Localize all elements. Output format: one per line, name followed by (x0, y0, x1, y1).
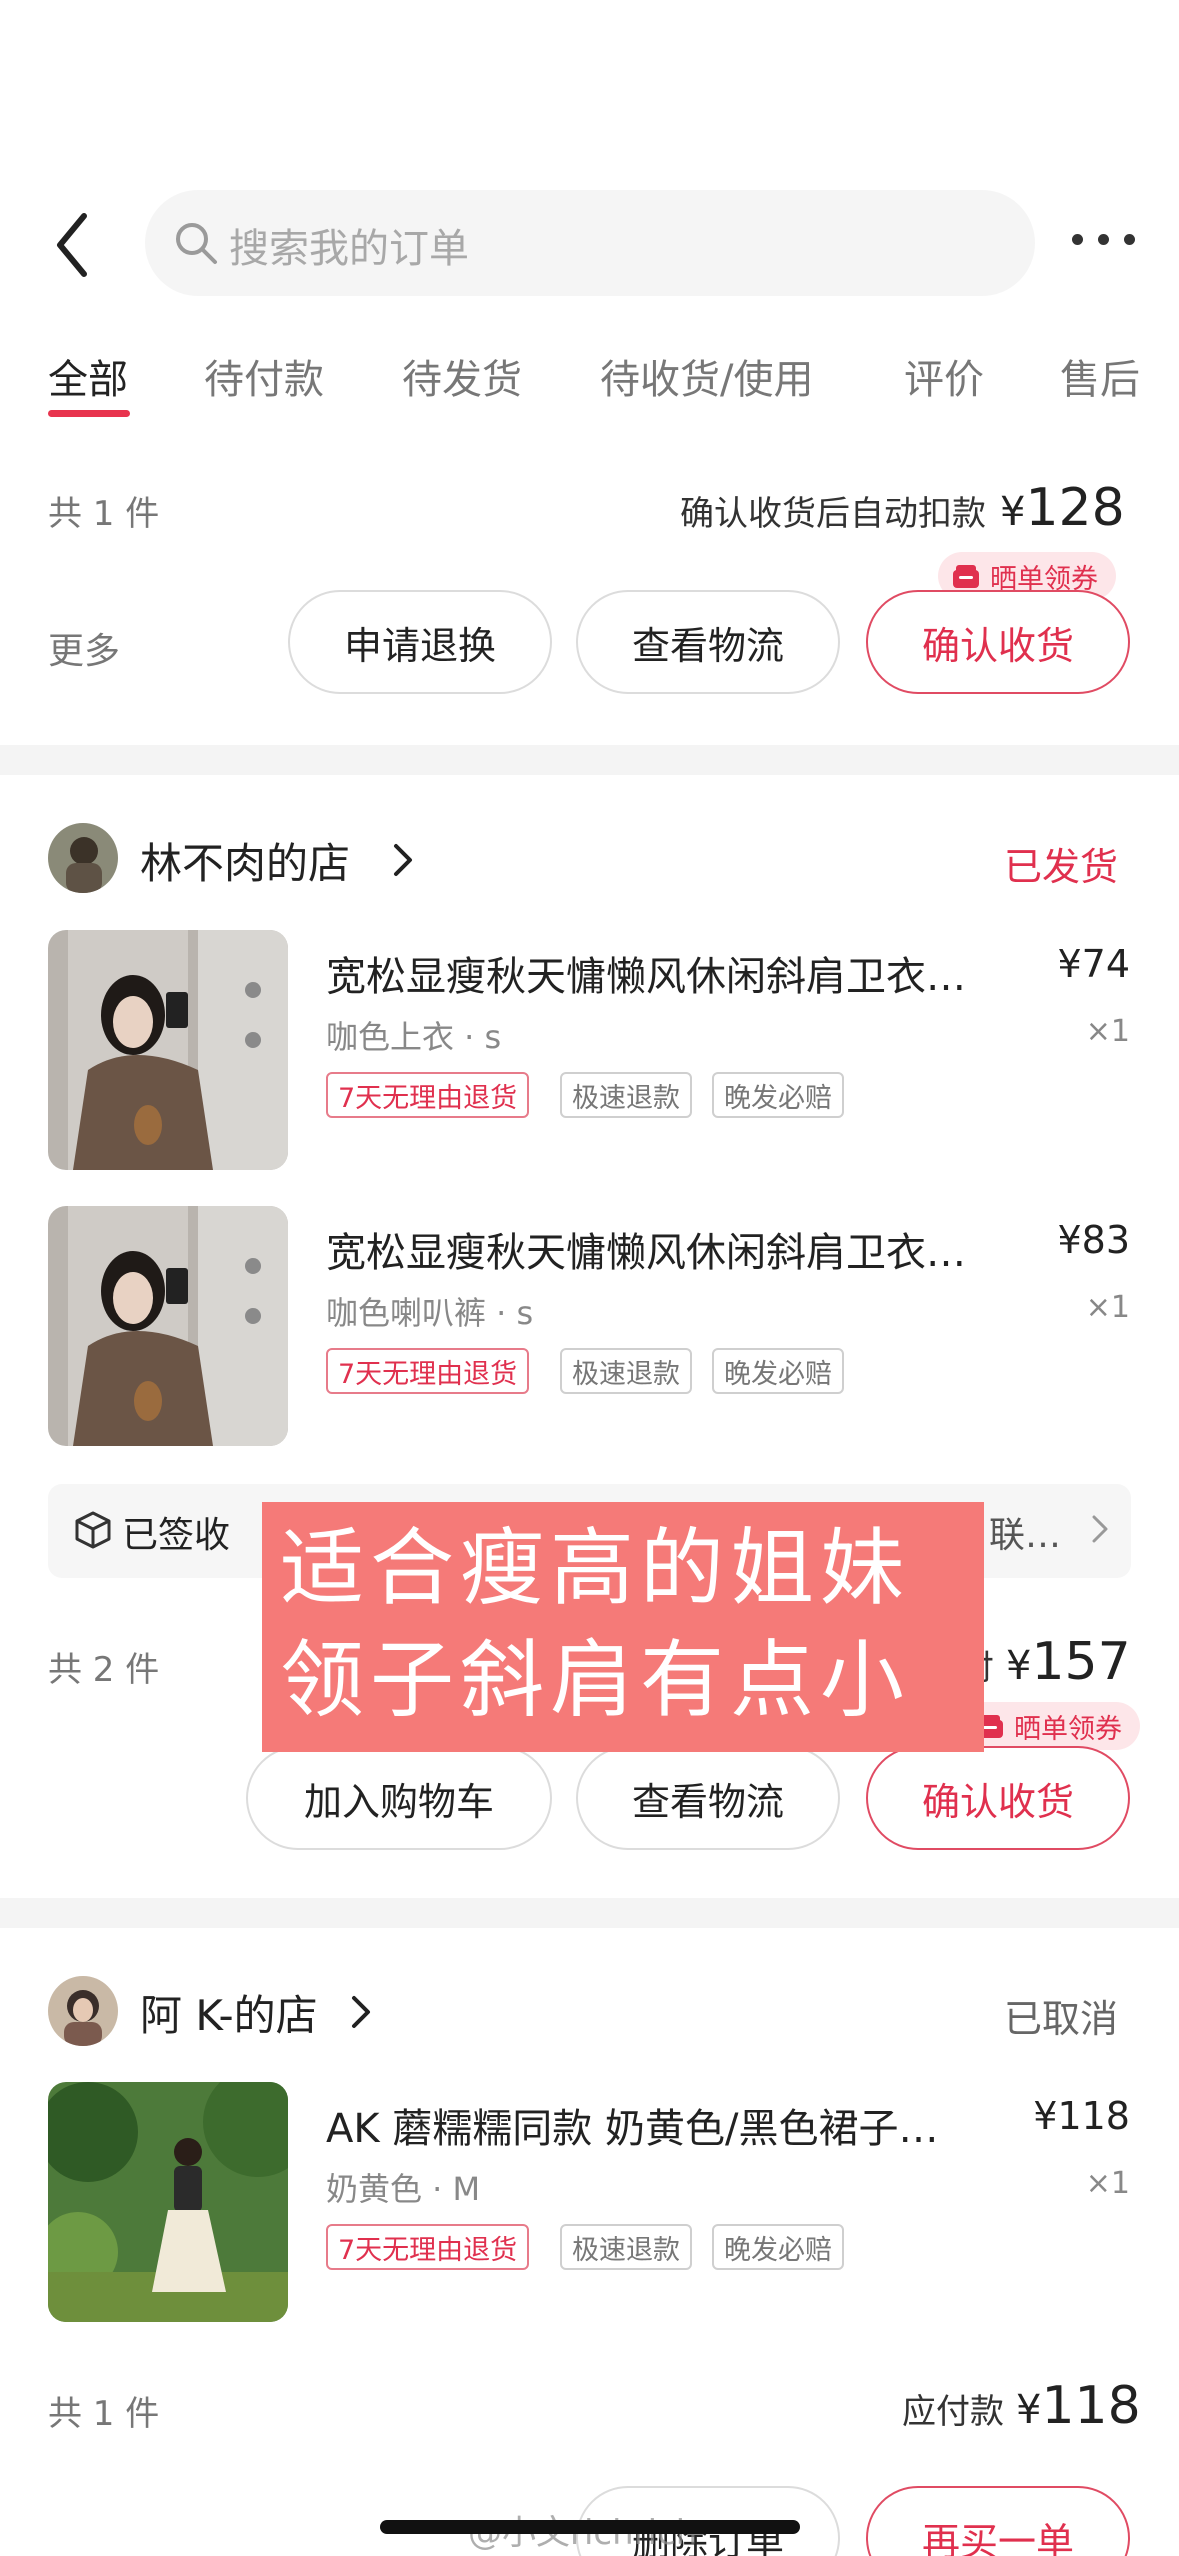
product-price: ¥83 (1057, 1218, 1130, 1262)
tag-7day-return: 7天无理由退货 (326, 1348, 530, 1394)
overlay-line-2: 领子斜肩有点小 (280, 1631, 911, 1729)
search-placeholder: 搜索我的订单 (229, 226, 469, 272)
logistics-status: 已签收 (122, 1515, 231, 1556)
package-icon (75, 1511, 111, 1549)
view-logistics-button[interactable]: 查看物流 (576, 590, 840, 694)
product-title[interactable]: 宽松显瘦秋天慵懒风休闲斜肩卫衣… (326, 1220, 1006, 1278)
product-title[interactable]: 宽松显瘦秋天慵懒风休闲斜肩卫衣… (326, 944, 1006, 1002)
total-amount: 128 (1025, 478, 1125, 538)
order-status: 已取消 (1004, 1997, 1119, 2041)
tab-pending-receipt[interactable]: 待收货/使用 (600, 347, 813, 405)
order-separator (0, 745, 1179, 775)
order-item-count: 共 1 件 (48, 494, 160, 534)
more-menu-icon[interactable] (1072, 232, 1136, 248)
product-sku: 奶黄色 · M (326, 2170, 481, 2208)
tag-late-shipping-compensation: 晚发必赔 (712, 2224, 844, 2270)
confirm-receipt-button[interactable]: 确认收货 (866, 1746, 1130, 1850)
product-title[interactable]: AK 蘑糯糯同款 奶黄色/黑色裙子… (326, 2096, 986, 2154)
tag-fast-refund: 极速退款 (560, 1348, 692, 1394)
product-thumbnail[interactable] (48, 2082, 288, 2322)
order-total: 应付款 ¥ 118 (902, 2376, 1141, 2436)
product-quantity: ×1 (1085, 2166, 1130, 2201)
product-thumbnail[interactable] (48, 930, 288, 1170)
shop-avatar[interactable] (48, 823, 118, 893)
shop-name[interactable]: 林不肉的店 (140, 830, 350, 891)
order-item-count: 共 2 件 (48, 1650, 160, 1690)
total-label: 应付款 (902, 2392, 1004, 2432)
logistics-detail: 联… (988, 1515, 1061, 1556)
confirm-receipt-button[interactable]: 确认收货 (866, 590, 1130, 694)
shop-name[interactable]: 阿 K-的店 (140, 1982, 318, 2043)
order-separator (0, 1898, 1179, 1928)
chevron-right-icon (1092, 1515, 1108, 1543)
tab-pending-payment[interactable]: 待付款 (204, 347, 324, 405)
review-coupon-badge[interactable]: 晒单领券 (962, 1702, 1140, 1750)
product-price: ¥118 (1033, 2094, 1130, 2138)
product-quantity: ×1 (1085, 1290, 1130, 1325)
tab-all[interactable]: 全部 (48, 347, 128, 405)
gift-icon (953, 565, 979, 588)
order-total: 确认收货后自动扣款 ¥ 128 (680, 478, 1125, 538)
tab-after-sales[interactable]: 售后 (1060, 347, 1140, 405)
home-indicator[interactable] (380, 2520, 800, 2534)
text-sticker-overlay: 适合瘦高的姐妹 领子斜肩有点小 (262, 1502, 984, 1752)
search-bar[interactable]: 搜索我的订单 (145, 190, 1035, 296)
total-amount: 118 (1041, 2376, 1141, 2436)
search-icon (176, 223, 217, 264)
add-to-cart-button[interactable]: 加入购物车 (246, 1746, 552, 1850)
product-thumbnail[interactable] (48, 1206, 288, 1446)
back-arrow-icon[interactable] (52, 210, 92, 280)
order-item-count: 共 1 件 (48, 2394, 160, 2434)
product-sku: 咖色喇叭裤 · s (326, 1294, 534, 1332)
currency-symbol: ¥ (1016, 2387, 1042, 2433)
total-label: 确认收货后自动扣款 (680, 494, 986, 534)
tag-7day-return: 7天无理由退货 (326, 2224, 530, 2270)
buy-again-button[interactable]: 再买一单 (866, 2486, 1130, 2556)
currency-symbol: ¥ (1000, 489, 1026, 535)
order-status: 已发货 (1004, 845, 1119, 889)
more-options-link[interactable]: 更多 (48, 622, 120, 674)
product-quantity: ×1 (1085, 1014, 1130, 1049)
tag-7day-return: 7天无理由退货 (326, 1072, 530, 1118)
tab-pending-shipment[interactable]: 待发货 (402, 347, 522, 405)
tag-late-shipping-compensation: 晚发必赔 (712, 1348, 844, 1394)
apply-return-button[interactable]: 申请退换 (288, 590, 552, 694)
currency-symbol: ¥ (1006, 1643, 1032, 1689)
active-tab-indicator (48, 410, 130, 417)
overlay-line-1: 适合瘦高的姐妹 (280, 1519, 911, 1617)
tag-late-shipping-compensation: 晚发必赔 (712, 1072, 844, 1118)
chevron-right-icon (394, 844, 412, 876)
tag-fast-refund: 极速退款 (560, 2224, 692, 2270)
product-price: ¥74 (1057, 942, 1130, 986)
view-logistics-button[interactable]: 查看物流 (576, 1746, 840, 1850)
shop-avatar[interactable] (48, 1976, 118, 2046)
order-total: 付 ¥ 157 (960, 1632, 1131, 1692)
tag-fast-refund: 极速退款 (560, 1072, 692, 1118)
chevron-right-icon (352, 1996, 370, 2028)
tab-review[interactable]: 评价 (904, 347, 984, 405)
total-amount: 157 (1031, 1632, 1131, 1692)
product-sku: 咖色上衣 · s (326, 1018, 502, 1056)
